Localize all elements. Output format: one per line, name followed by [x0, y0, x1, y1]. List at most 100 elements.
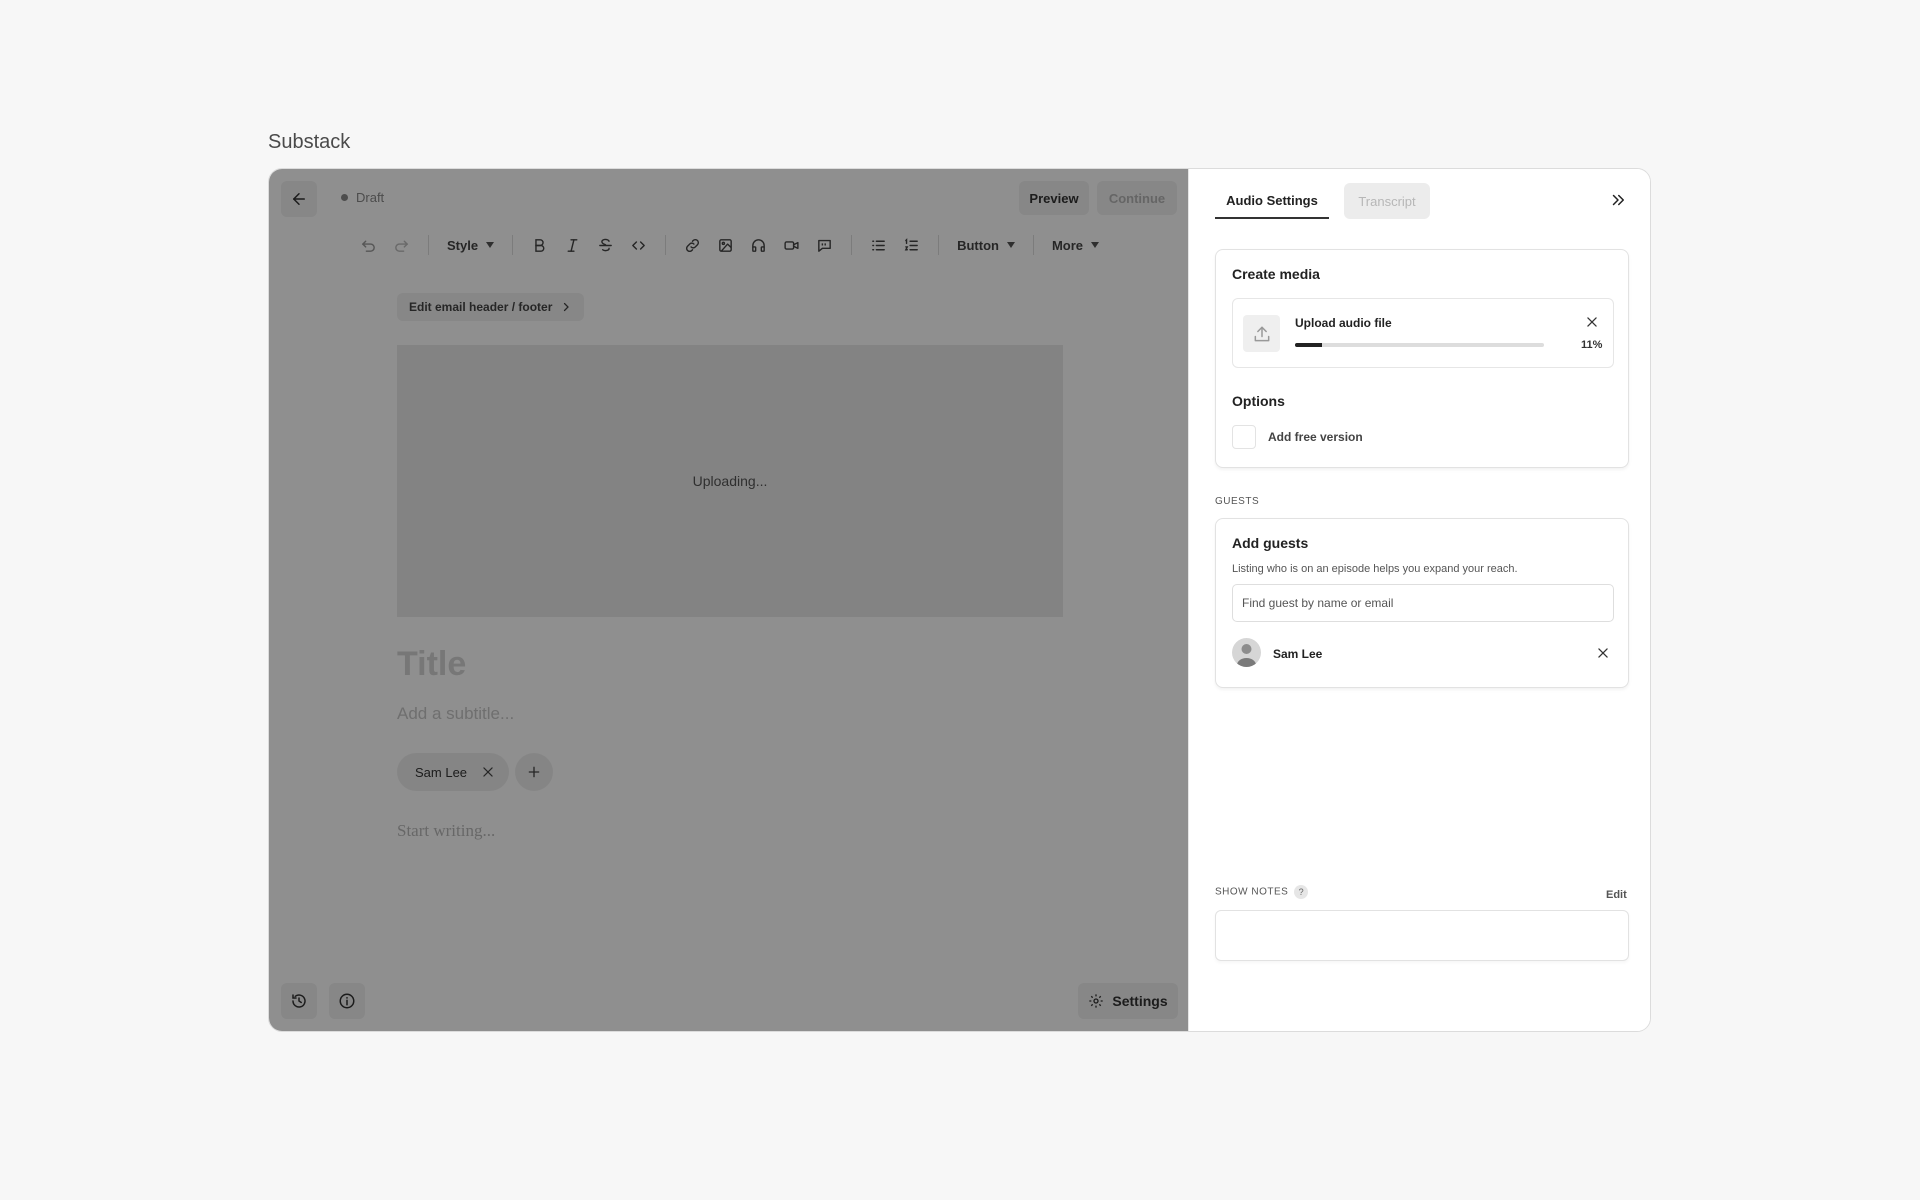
post-editor: Draft Preview Continue Style Button More…	[269, 169, 1188, 1031]
upload-icon	[1243, 315, 1280, 352]
redo-button[interactable]	[385, 229, 418, 261]
author-chip-label: Sam Lee	[415, 764, 468, 780]
code-icon	[632, 240, 645, 250]
style-dropdown[interactable]: Style	[439, 238, 502, 253]
edit-email-header-label: Edit email header / footer	[409, 300, 553, 314]
more-dropdown-label: More	[1051, 237, 1084, 253]
free-version-label: Add free version	[1268, 430, 1363, 444]
toolbar-divider	[512, 235, 514, 255]
toolbar-divider	[851, 235, 853, 255]
audio-settings-panel: Audio Settings Transcript Create media U…	[1188, 169, 1650, 1031]
redo-icon	[395, 240, 409, 252]
back-button[interactable]	[281, 181, 317, 217]
create-media-card: Create media Upload audio file 11% Optio…	[1215, 249, 1629, 468]
bold-button[interactable]	[523, 229, 556, 261]
formatting-toolbar: Style Button More	[352, 229, 1107, 261]
italic-button[interactable]	[556, 229, 589, 261]
toolbar-divider	[428, 235, 429, 255]
show-notes-edit-link[interactable]: Edit	[1606, 889, 1627, 901]
tab-audio-settings[interactable]: Audio Settings	[1215, 183, 1329, 219]
upload-file-name: Upload audio file	[1295, 316, 1392, 330]
body-editor[interactable]: Start writing...	[397, 821, 495, 841]
draft-label: Draft	[356, 190, 385, 205]
strikethrough-button[interactable]	[589, 229, 622, 261]
edit-email-header-button[interactable]: Edit email header / footer	[397, 293, 585, 321]
arrow-left-icon	[293, 193, 305, 205]
add-author-button[interactable]	[515, 753, 553, 791]
tab-transcript[interactable]: Transcript	[1344, 183, 1430, 219]
italic-icon	[567, 238, 578, 252]
video-icon	[784, 240, 799, 250]
add-guests-card: Add guests Listing who is on an episode …	[1215, 518, 1629, 688]
comment-button[interactable]	[808, 229, 841, 261]
draft-status: Draft	[341, 190, 384, 205]
app-window: Draft Preview Continue Style Button More…	[268, 168, 1651, 1032]
button-dropdown-label: Button	[957, 237, 999, 253]
settings-label: Settings	[1112, 993, 1168, 1009]
add-guests-description: Listing who is on an episode helps you e…	[1232, 563, 1518, 575]
audio-button[interactable]	[742, 229, 775, 261]
history-button[interactable]	[281, 983, 317, 1019]
upload-progress-fill	[1295, 343, 1323, 347]
video-button[interactable]	[775, 229, 808, 261]
undo-icon	[361, 240, 375, 252]
continue-button[interactable]: Continue	[1097, 181, 1177, 215]
message-icon	[818, 239, 831, 252]
plus-icon	[528, 766, 540, 778]
button-dropdown[interactable]: Button	[949, 238, 1023, 253]
code-button[interactable]	[622, 229, 655, 261]
audio-upload-item: Upload audio file 11%	[1232, 298, 1614, 368]
subtitle-input[interactable]: Add a subtitle...	[397, 704, 514, 724]
show-notes-box[interactable]	[1215, 910, 1629, 961]
show-notes-label: SHOW NOTES	[1215, 886, 1289, 898]
link-button[interactable]	[676, 229, 709, 261]
strikethrough-icon	[599, 238, 612, 251]
more-dropdown[interactable]: More	[1044, 238, 1107, 253]
app-title: Substack	[268, 131, 351, 153]
chevron-right-icon	[564, 302, 570, 312]
numbered-list-icon	[904, 237, 918, 250]
author-chip: Sam Lee	[397, 753, 510, 791]
numbered-list-button[interactable]	[895, 229, 928, 261]
add-guests-title: Add guests	[1232, 535, 1309, 551]
guest-search-input[interactable]	[1232, 584, 1614, 622]
status-dot	[341, 194, 348, 201]
image-icon	[719, 238, 732, 252]
headphones-icon	[752, 238, 765, 252]
options-title: Options	[1232, 393, 1285, 409]
title-input[interactable]: Title	[397, 645, 466, 684]
close-icon[interactable]	[1585, 315, 1599, 329]
bullet-list-icon	[872, 240, 885, 250]
create-media-title: Create media	[1232, 266, 1320, 282]
bullet-list-button[interactable]	[862, 229, 895, 261]
caret-down-icon	[486, 242, 495, 248]
chevrons-right-icon[interactable]	[1609, 191, 1627, 209]
help-icon[interactable]: ?	[1294, 885, 1309, 899]
image-button[interactable]	[709, 229, 742, 261]
history-icon	[292, 994, 306, 1008]
avatar	[1232, 638, 1261, 667]
close-icon[interactable]	[481, 765, 495, 779]
preview-button[interactable]: Preview	[1019, 181, 1089, 215]
close-icon[interactable]	[1596, 646, 1610, 660]
undo-button[interactable]	[352, 229, 385, 261]
guest-name: Sam Lee	[1273, 647, 1323, 661]
toolbar-divider	[938, 235, 940, 255]
caret-down-icon	[1091, 242, 1100, 248]
style-dropdown-label: Style	[447, 237, 479, 253]
info-icon	[339, 993, 355, 1009]
info-button[interactable]	[329, 983, 365, 1019]
free-version-checkbox[interactable]	[1232, 425, 1256, 449]
upload-progress-percent: 11%	[1581, 339, 1603, 351]
upload-progress-bar	[1295, 343, 1544, 347]
settings-button[interactable]: Settings	[1078, 983, 1178, 1019]
gear-icon	[1089, 994, 1104, 1008]
show-notes-section-label: SHOW NOTES?	[1215, 885, 1309, 899]
toolbar-divider	[665, 235, 667, 255]
media-upload-area: Uploading...	[397, 345, 1063, 617]
link-icon	[686, 238, 700, 252]
toolbar-divider	[1032, 235, 1034, 255]
bold-icon	[535, 238, 545, 252]
guests-section-label: GUESTS	[1215, 496, 1260, 507]
upload-status-text: Uploading...	[692, 473, 768, 489]
